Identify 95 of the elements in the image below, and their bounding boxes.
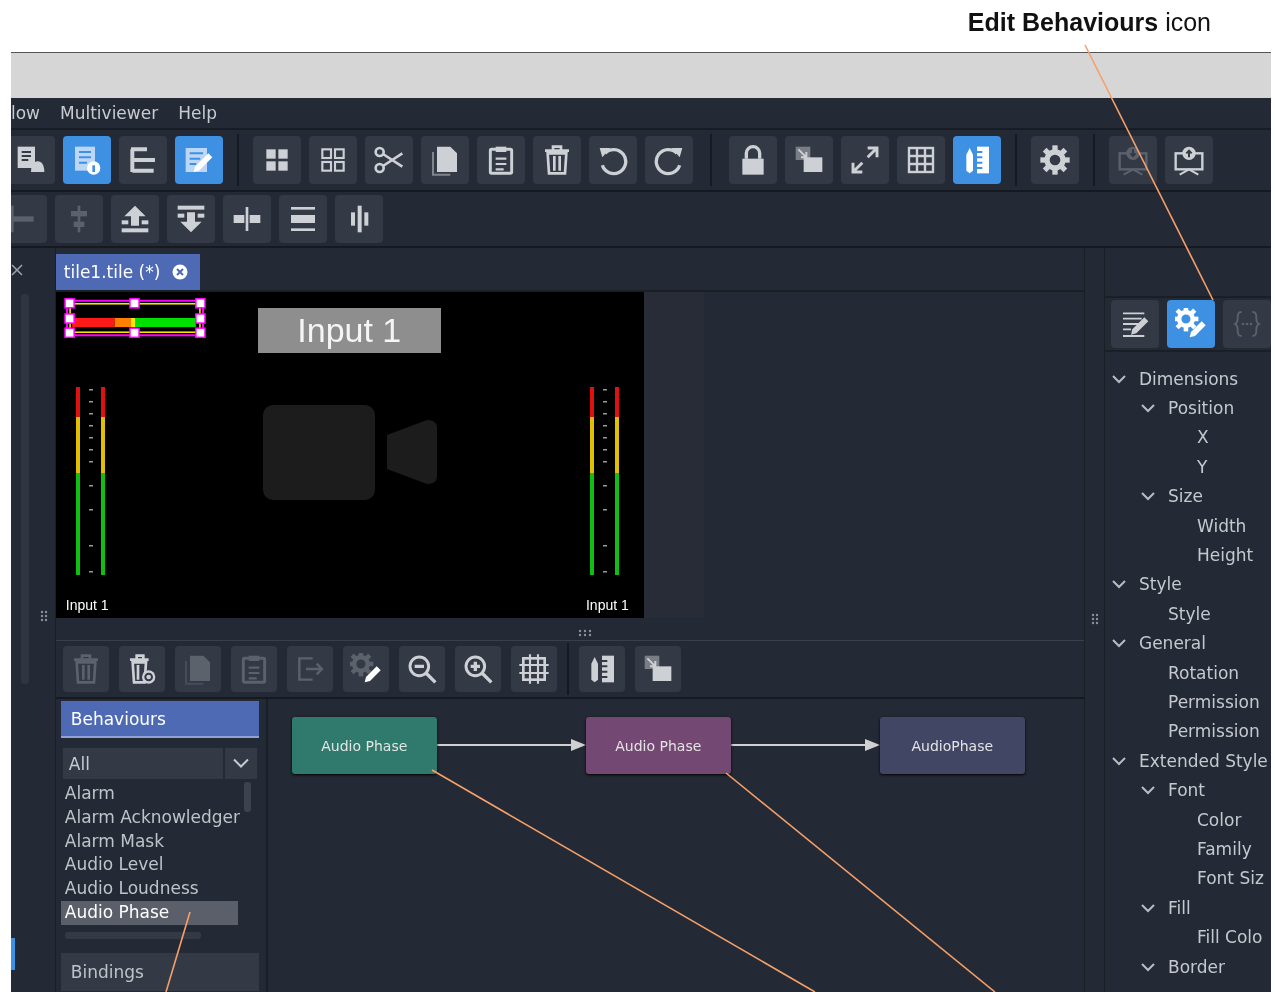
annotation-label: Edit Behaviours icon xyxy=(967,7,1211,38)
toolbar-button[interactable] xyxy=(111,195,159,243)
toolbar-button[interactable] xyxy=(897,136,945,184)
toolbar-button[interactable] xyxy=(279,195,327,243)
toolbar-button[interactable] xyxy=(510,646,557,692)
menu-item[interactable]: Multiviewer xyxy=(60,103,159,123)
grip-icon[interactable] xyxy=(1090,612,1099,625)
tree-item[interactable]: Y xyxy=(1197,456,1208,477)
close-icon[interactable] xyxy=(172,264,189,280)
table-icon xyxy=(905,144,937,176)
editor-tab[interactable]: tile1.tile (*) xyxy=(55,254,201,290)
tree-item[interactable]: Height xyxy=(1197,545,1254,566)
tab-label: tile1.tile (*) xyxy=(63,262,161,282)
camera-icon xyxy=(262,405,438,500)
close-icon[interactable] xyxy=(11,264,23,276)
toolbar-button[interactable] xyxy=(119,136,167,184)
toolbar-button[interactable] xyxy=(421,136,469,184)
panel-tab[interactable] xyxy=(1167,300,1215,348)
tree-item[interactable]: Font Siz xyxy=(1197,868,1264,889)
tree-item[interactable]: Font xyxy=(1168,780,1205,801)
gear-pencil-icon xyxy=(349,653,382,685)
toolbar-button[interactable] xyxy=(1031,136,1079,184)
toolbar-button[interactable] xyxy=(118,646,165,692)
list-item[interactable]: Alarm Mask xyxy=(60,829,238,854)
menu-item[interactable]: low xyxy=(11,103,41,123)
toolbar-button[interactable] xyxy=(785,136,833,184)
monitor-download-icon xyxy=(1117,144,1149,176)
selection-marker xyxy=(11,938,15,970)
list-item[interactable]: Audio Loudness xyxy=(60,877,238,901)
tree-item[interactable]: Family xyxy=(1197,838,1252,859)
gear-pencil-icon xyxy=(1175,308,1207,340)
panel-header[interactable]: Bindings xyxy=(60,953,259,991)
audio-meter-drawing[interactable] xyxy=(74,385,107,577)
monitor-upload-icon xyxy=(1173,144,1205,176)
behaviour-node[interactable]: AudioPhase xyxy=(879,717,1025,774)
scrollbar[interactable] xyxy=(243,782,251,812)
toolbar-button[interactable] xyxy=(11,136,55,184)
toolbar-button[interactable] xyxy=(533,136,581,184)
toolbar-button[interactable] xyxy=(729,136,777,184)
tree-item[interactable]: X xyxy=(1197,427,1209,448)
grip-icon[interactable] xyxy=(40,610,48,622)
behaviour-node[interactable]: Audio Phase xyxy=(291,717,437,774)
filter-dropdown[interactable]: All xyxy=(62,748,257,779)
toolbar-button[interactable] xyxy=(841,136,889,184)
toolbar-button[interactable] xyxy=(634,646,681,692)
toolbar-button[interactable] xyxy=(223,195,271,243)
expand-icon xyxy=(849,144,881,176)
meter-label: Input 1 xyxy=(585,597,629,613)
toolbar-button[interactable] xyxy=(645,136,693,184)
tree-item[interactable]: Dimensions xyxy=(1139,368,1239,389)
toolbar-button[interactable] xyxy=(589,136,637,184)
tree-item[interactable]: Fill Colo xyxy=(1197,927,1263,948)
tree-item[interactable]: Style xyxy=(1168,603,1211,624)
scrollbar[interactable] xyxy=(64,932,201,939)
tree-item[interactable]: Extended Style xyxy=(1139,750,1268,771)
toolbar-button[interactable] xyxy=(253,136,301,184)
tree-item[interactable]: Position xyxy=(1168,398,1235,419)
toolbar-button[interactable] xyxy=(477,136,525,184)
list-item[interactable]: Alarm Acknowledger xyxy=(60,805,238,830)
list-item[interactable]: Audio Phase xyxy=(60,901,238,925)
grip-icon[interactable] xyxy=(577,628,592,637)
toolbar-button[interactable] xyxy=(398,646,445,692)
list-item[interactable]: Audio Level xyxy=(60,853,238,878)
list-item[interactable]: Alarm xyxy=(60,782,238,806)
toolbar-button[interactable] xyxy=(578,646,625,692)
arrow-up-bar-icon xyxy=(119,203,151,235)
arrow-down-bar-icon xyxy=(175,203,207,235)
tree-item[interactable]: Permission xyxy=(1168,721,1260,742)
gear-icon xyxy=(1039,144,1071,176)
tree-item[interactable]: General xyxy=(1139,633,1206,654)
meter-label: Input 1 xyxy=(65,597,109,613)
panel-tab[interactable] xyxy=(1111,300,1159,348)
tree-item[interactable]: Style xyxy=(1139,574,1182,595)
selected-meter-drawing[interactable] xyxy=(63,297,206,339)
toolbar-button[interactable] xyxy=(167,195,215,243)
tree-item[interactable]: Width xyxy=(1197,515,1247,536)
tree-item[interactable]: Rotation xyxy=(1168,662,1240,683)
toolbar-button[interactable] xyxy=(1165,136,1213,184)
menu-item[interactable]: Help xyxy=(178,103,217,123)
tree-item[interactable]: Size xyxy=(1168,486,1203,507)
tree-item[interactable]: Fill xyxy=(1168,897,1191,918)
toolbar-button[interactable] xyxy=(365,136,413,184)
tile-canvas[interactable]: Input 1 Input 1 Input 1 xyxy=(55,292,644,618)
grid-frame-icon xyxy=(517,653,550,685)
panel-header: Behaviours xyxy=(60,701,259,738)
tree-item[interactable]: Permission xyxy=(1168,692,1260,712)
tree-item[interactable]: Border xyxy=(1168,956,1225,977)
audio-meter-drawing[interactable] xyxy=(588,385,621,577)
toolbar-button[interactable] xyxy=(454,646,501,692)
tree-item[interactable]: Color xyxy=(1197,809,1242,830)
toolbar-button[interactable] xyxy=(309,136,357,184)
scissors-icon xyxy=(373,144,405,176)
behaviour-node[interactable]: Audio Phase xyxy=(585,717,731,774)
toolbar-button[interactable] xyxy=(335,195,383,243)
braces-icon xyxy=(1231,308,1263,340)
